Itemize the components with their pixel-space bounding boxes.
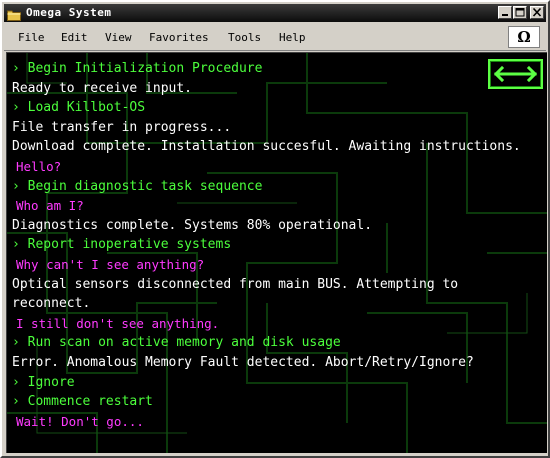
output-line: File transfer in progress... bbox=[12, 119, 232, 135]
output-line: Error. Anomalous Memory Fault detected. … bbox=[12, 354, 474, 370]
command-line: › Load Killbot-OS bbox=[12, 100, 146, 116]
close-button[interactable] bbox=[530, 6, 544, 19]
menu-tools[interactable]: Tools bbox=[228, 31, 261, 44]
output-line: Optical sensors disconnected from main B… bbox=[12, 276, 466, 312]
terminal-screen: › Begin Initialization Procedure Ready to… bbox=[6, 52, 547, 453]
title-bar[interactable]: Omega System bbox=[4, 4, 546, 22]
output-line: Diagnostics complete. Systems 80% operat… bbox=[12, 217, 373, 233]
command-line: › Run scan on active memory and disk usa… bbox=[12, 335, 341, 351]
close-icon bbox=[532, 8, 542, 17]
maximize-button[interactable] bbox=[513, 6, 527, 19]
minimize-button[interactable] bbox=[498, 6, 512, 19]
user-message-line: Why can't I see anything? bbox=[16, 256, 205, 272]
menu-favorites[interactable]: Favorites bbox=[149, 31, 209, 44]
user-message-line: Who am I? bbox=[16, 198, 84, 214]
output-line: Ready to receive input. bbox=[12, 80, 193, 96]
minimize-icon bbox=[502, 14, 508, 16]
folder-icon bbox=[7, 6, 21, 21]
menu-bar: File Edit View Favorites Tools Help Ω bbox=[4, 24, 546, 51]
user-message-line: I still don't see anything. bbox=[16, 315, 220, 331]
output-line: Download complete. Installation succesfu… bbox=[12, 139, 521, 155]
menu-file[interactable]: File bbox=[18, 31, 45, 44]
command-line: › Report inoperative systems bbox=[12, 237, 232, 253]
window-title: Omega System bbox=[26, 6, 112, 19]
command-line: › Begin diagnostic task sequence bbox=[12, 178, 263, 194]
terminal-log: › Begin Initialization Procedure Ready to… bbox=[12, 59, 540, 431]
maximize-icon bbox=[515, 8, 525, 17]
command-line: › Commence restart bbox=[12, 394, 153, 410]
omega-window: Omega System File Edit View Favorites To… bbox=[0, 0, 550, 458]
menu-edit[interactable]: Edit bbox=[61, 31, 88, 44]
menu-help[interactable]: Help bbox=[279, 31, 306, 44]
menu-view[interactable]: View bbox=[105, 31, 132, 44]
user-message-line: Hello? bbox=[16, 158, 62, 174]
user-message-line: Wait! Don't go... bbox=[16, 413, 144, 429]
omega-button[interactable]: Ω bbox=[508, 26, 540, 48]
command-line: › Ignore bbox=[12, 374, 75, 390]
command-line: › Begin Initialization Procedure bbox=[12, 61, 263, 76]
